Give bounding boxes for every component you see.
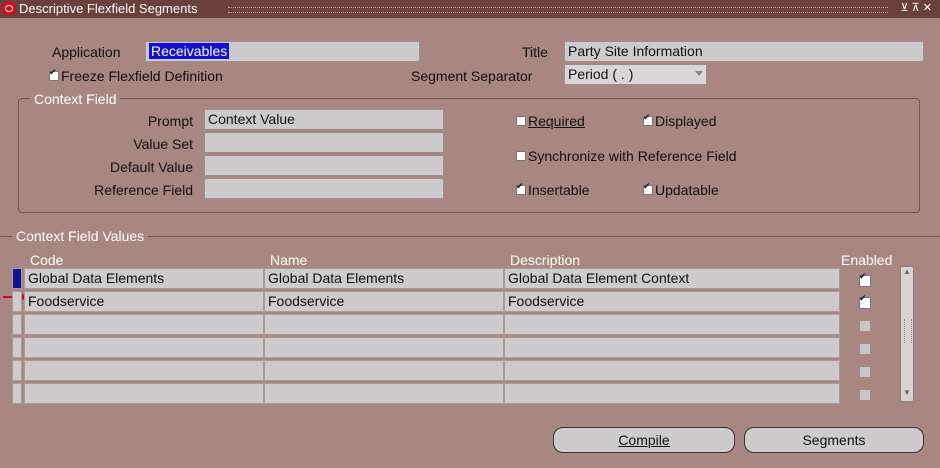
title-label: Title: [522, 44, 548, 60]
oracle-logo-icon: [2, 2, 16, 15]
freeze-flexfield-checkbox[interactable]: Freeze Flexfield Definition: [49, 67, 223, 84]
code-cell[interactable]: [24, 314, 264, 335]
row-selector[interactable]: [12, 337, 22, 358]
window-titlebar: Descriptive Flexfield Segments ⊻ ⊼ ✕: [0, 0, 940, 18]
titlebar-drag-area[interactable]: [228, 7, 888, 13]
name-cell[interactable]: [264, 360, 504, 381]
name-cell[interactable]: Foodservice: [264, 291, 504, 312]
insertable-checkbox[interactable]: Insertable: [516, 181, 590, 198]
context-field-group-title: Context Field: [30, 91, 121, 107]
window-title: Descriptive Flexfield Segments: [19, 1, 198, 16]
displayed-label: Displayed: [655, 113, 717, 129]
name-cell[interactable]: [264, 314, 504, 335]
close-icon[interactable]: ✕: [923, 2, 932, 14]
insertable-checkbox-icon[interactable]: [516, 181, 526, 196]
minimize-icon[interactable]: ⊻: [901, 2, 909, 14]
prompt-label: Prompt: [147, 113, 193, 129]
updatable-checkbox-icon[interactable]: [643, 181, 653, 196]
required-label: Required: [528, 113, 585, 129]
prompt-field[interactable]: Context Value: [204, 109, 444, 130]
code-cell[interactable]: Global Data Elements: [24, 268, 264, 289]
segments-button-label: Segments: [802, 432, 866, 448]
enabled-checkbox[interactable]: [859, 271, 871, 287]
segment-separator-value: Period ( . ): [568, 66, 634, 82]
default-value-label: Default Value: [109, 159, 193, 175]
enabled-checkbox[interactable]: [859, 320, 871, 332]
code-cell[interactable]: [24, 337, 264, 358]
displayed-checkbox-icon[interactable]: [643, 112, 653, 127]
column-header-enabled: Enabled: [841, 252, 893, 268]
compile-button-label: Compile: [618, 432, 670, 448]
row-selector[interactable]: [12, 268, 22, 289]
scroll-thumb-grip-icon[interactable]: [904, 319, 912, 343]
scroll-up-icon[interactable]: ▲: [901, 267, 913, 280]
segments-button[interactable]: Segments: [744, 427, 924, 453]
row-selector[interactable]: [12, 314, 22, 335]
description-cell[interactable]: [504, 314, 840, 335]
description-cell[interactable]: [504, 360, 840, 381]
row-selector[interactable]: [12, 360, 22, 381]
segment-separator-select[interactable]: Period ( . ): [564, 64, 707, 85]
description-cell[interactable]: [504, 337, 840, 358]
updatable-checkbox[interactable]: Updatable: [643, 181, 719, 198]
required-checkbox[interactable]: Required: [516, 113, 585, 129]
freeze-checkbox-icon[interactable]: [49, 67, 59, 82]
code-cell[interactable]: [24, 360, 264, 381]
code-cell[interactable]: [24, 383, 264, 404]
column-header-description: Description: [510, 252, 581, 268]
value-set-field[interactable]: [204, 132, 444, 153]
synchronize-checkbox-icon[interactable]: [516, 151, 526, 162]
rows-scrollbar[interactable]: ▲ ▼: [900, 266, 914, 402]
name-cell[interactable]: [264, 337, 504, 358]
enabled-checkbox[interactable]: [859, 343, 871, 355]
column-header-code: Code: [30, 252, 64, 268]
freeze-label: Freeze Flexfield Definition: [61, 68, 223, 84]
values-group-title: Context Field Values: [12, 228, 149, 244]
updatable-label: Updatable: [655, 182, 719, 198]
name-cell[interactable]: Global Data Elements: [264, 268, 504, 289]
value-set-label: Value Set: [133, 136, 193, 152]
reference-field-field[interactable]: [204, 178, 444, 199]
description-cell[interactable]: [504, 383, 840, 404]
reference-field-label: Reference Field: [94, 182, 193, 198]
application-label: Application: [52, 44, 121, 60]
code-cell[interactable]: Foodservice: [24, 291, 264, 312]
description-cell[interactable]: Foodservice: [504, 291, 840, 312]
scroll-down-icon[interactable]: ▼: [901, 388, 913, 401]
enabled-checkbox[interactable]: [859, 293, 871, 309]
enabled-checkbox[interactable]: [859, 366, 871, 378]
name-cell[interactable]: [264, 383, 504, 404]
enabled-checkbox[interactable]: [859, 389, 871, 401]
synchronize-checkbox[interactable]: Synchronize with Reference Field: [516, 148, 737, 164]
synchronize-label: Synchronize with Reference Field: [528, 148, 737, 164]
window-controls[interactable]: ⊻ ⊼ ✕: [901, 1, 932, 14]
row-selector[interactable]: [12, 383, 22, 404]
compile-button[interactable]: Compile: [553, 427, 735, 453]
application-field[interactable]: Receivables: [145, 41, 420, 62]
description-cell[interactable]: Global Data Element Context: [504, 268, 840, 289]
row-selector[interactable]: [12, 291, 22, 312]
maximize-icon[interactable]: ⊼: [912, 2, 920, 14]
application-value: Receivables: [149, 43, 230, 59]
title-field[interactable]: Party Site Information: [564, 41, 924, 62]
segment-separator-label: Segment Separator: [411, 68, 533, 84]
column-header-name: Name: [270, 252, 308, 268]
insertable-label: Insertable: [528, 182, 590, 198]
displayed-checkbox[interactable]: Displayed: [643, 112, 717, 129]
chevron-down-icon[interactable]: [695, 71, 703, 76]
default-value-field[interactable]: [204, 155, 444, 176]
required-checkbox-icon[interactable]: [516, 116, 526, 127]
